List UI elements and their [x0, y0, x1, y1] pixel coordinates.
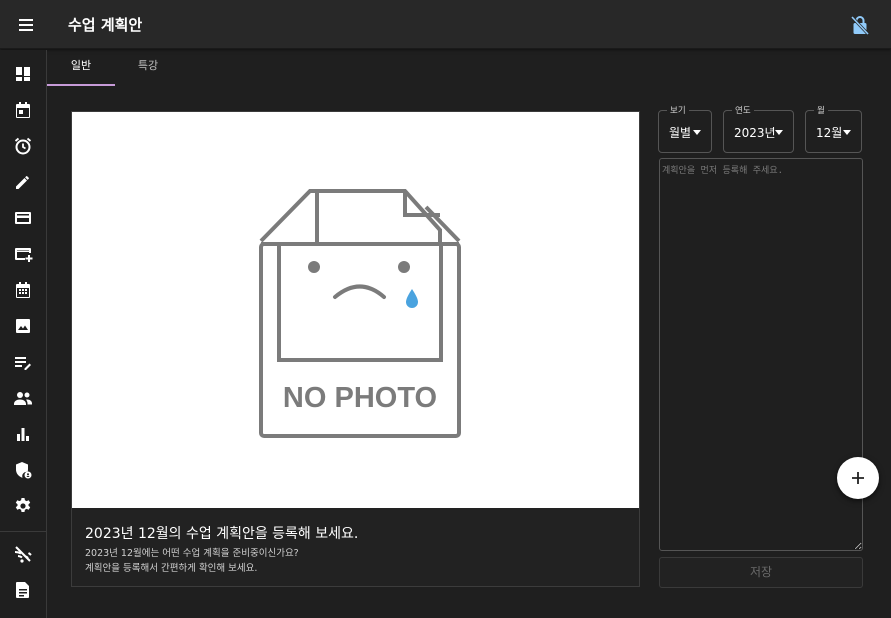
pencil-icon[interactable]	[11, 170, 35, 194]
credit-card-icon[interactable]	[11, 206, 35, 230]
plan-textarea[interactable]	[659, 158, 863, 551]
menu-icon[interactable]	[14, 13, 38, 37]
save-button[interactable]: 저장	[659, 557, 863, 588]
calendar-today-icon[interactable]	[11, 98, 35, 122]
admin-shield-icon[interactable]	[11, 458, 35, 482]
year-select-label: 연도	[732, 104, 754, 116]
image-icon[interactable]	[11, 314, 35, 338]
sidebar-divider	[0, 531, 46, 532]
plus-icon	[852, 472, 864, 484]
plan-card: NO PHOTO 2023년 12월의 수업 계획안을 등록해 보세요. 202…	[71, 111, 640, 587]
tab-special-lecture[interactable]: 특강	[115, 50, 181, 86]
lock-off-icon[interactable]	[848, 13, 872, 37]
view-select-value: 월별	[669, 126, 692, 140]
wifi-off-icon[interactable]	[11, 542, 35, 566]
no-photo-text: NO PHOTO	[283, 382, 437, 414]
month-select-value: 12월	[816, 126, 843, 140]
document-icon[interactable]	[11, 578, 35, 602]
dashboard-icon[interactable]	[11, 62, 35, 86]
card-subtitle-line1: 2023년 12월에는 어떤 수업 계획을 준비중이신가요?	[85, 548, 299, 559]
tab-general[interactable]: 일반	[47, 50, 115, 86]
year-select[interactable]: 연도 2023년	[723, 104, 794, 153]
alarm-icon[interactable]	[11, 134, 35, 158]
people-icon[interactable]	[11, 386, 35, 410]
page-title: 수업 계획안	[68, 16, 143, 34]
add-card-icon[interactable]	[11, 242, 35, 266]
card-subtitle-line2: 계획안을 등록해서 간편하게 확인해 보세요.	[85, 563, 258, 574]
no-photo-image: NO PHOTO	[72, 112, 639, 508]
chevron-down-icon	[843, 130, 851, 135]
card-title: 2023년 12월의 수업 계획안을 등록해 보세요.	[85, 526, 359, 542]
settings-icon[interactable]	[11, 494, 35, 518]
bar-chart-icon[interactable]	[11, 422, 35, 446]
chevron-down-icon	[775, 130, 783, 135]
edit-note-icon[interactable]	[11, 350, 35, 374]
month-select-label: 월	[814, 104, 828, 116]
month-select[interactable]: 월 12월	[805, 104, 862, 153]
tab-bar: 일반 특강	[47, 50, 647, 86]
view-select-label: 보기	[667, 104, 689, 116]
view-select[interactable]: 보기 월별	[658, 104, 712, 153]
sidebar	[0, 50, 47, 618]
app-bar: 수업 계획안	[0, 0, 891, 49]
year-select-value: 2023년	[734, 126, 776, 140]
add-plan-button[interactable]	[837, 457, 879, 499]
calendar-month-icon[interactable]	[11, 278, 35, 302]
chevron-down-icon	[693, 130, 701, 135]
